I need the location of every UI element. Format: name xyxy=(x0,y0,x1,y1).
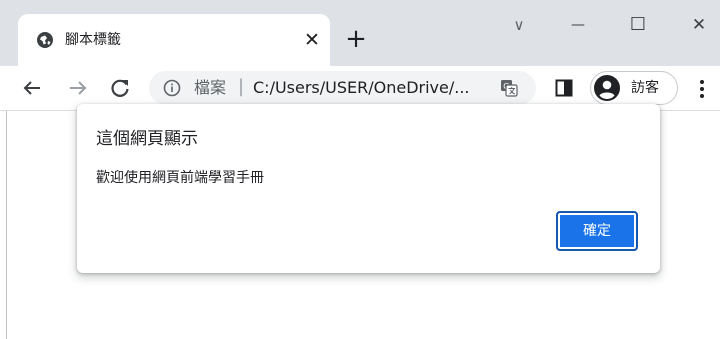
side-panel-icon[interactable] xyxy=(555,79,573,97)
guest-avatar-icon xyxy=(594,75,620,101)
minimize-button[interactable]: — xyxy=(563,10,593,40)
maximize-button[interactable]: ☐ xyxy=(623,10,653,40)
ok-button[interactable]: 確定 xyxy=(556,211,638,251)
url-text[interactable]: C:/Users/USER/OneDrive/... xyxy=(253,78,470,98)
omnibox-separator: | xyxy=(238,76,245,97)
tab-title: 腳本標籤 xyxy=(65,32,121,48)
browser-window: 腳本標籤 ✕ + ∨ — ☐ ✕ 檔案 | C:/Users/USER/OneD… xyxy=(0,0,720,339)
info-icon[interactable] xyxy=(163,79,181,97)
back-arrow-icon[interactable] xyxy=(20,76,44,100)
profile-button[interactable]: 訪客 xyxy=(590,71,678,105)
alert-dialog: 這個網頁顯示 歡迎使用網頁前端學習手冊 確定 xyxy=(77,104,660,273)
file-scheme-label: 檔案 xyxy=(194,78,227,97)
tab-active[interactable]: 腳本標籤 ✕ xyxy=(18,14,330,66)
kebab-menu-icon[interactable] xyxy=(695,78,709,100)
content-border xyxy=(6,111,7,339)
new-tab-button[interactable]: + xyxy=(345,26,367,52)
tab-strip: 腳本標籤 ✕ + ∨ — ☐ ✕ xyxy=(0,0,720,66)
forward-arrow-icon[interactable] xyxy=(66,76,90,100)
dialog-title: 這個網頁顯示 xyxy=(96,129,198,149)
globe-icon xyxy=(37,32,53,48)
translate-icon[interactable]: G xyxy=(500,79,518,97)
reload-icon[interactable] xyxy=(108,76,132,100)
window-close-button[interactable]: ✕ xyxy=(684,10,714,40)
dialog-message: 歡迎使用網頁前端學習手冊 xyxy=(96,170,264,186)
address-bar[interactable]: 檔案 | C:/Users/USER/OneDrive/... G xyxy=(149,71,536,105)
tab-search-chevron-icon[interactable]: ∨ xyxy=(504,10,534,40)
profile-label: 訪客 xyxy=(631,80,659,96)
tab-close-icon[interactable]: ✕ xyxy=(302,30,322,50)
